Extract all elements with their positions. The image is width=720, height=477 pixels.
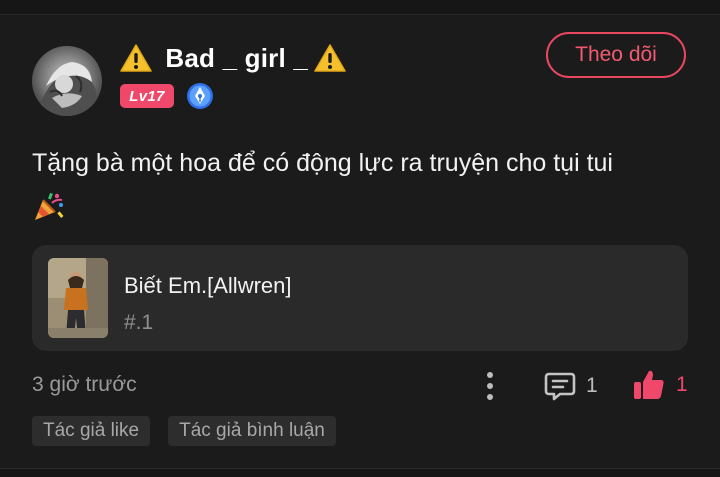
comment-icon (544, 372, 576, 401)
top-divider (0, 0, 720, 15)
more-options-button[interactable] (474, 368, 506, 404)
pen-badge-icon (187, 83, 213, 109)
comment-button[interactable]: 1 (544, 366, 598, 406)
warning-icon (120, 44, 152, 72)
username-row: Bad _ girl _ (120, 40, 346, 76)
warning-icon (314, 44, 346, 72)
author-name[interactable]: Bad _ girl _ (158, 43, 308, 74)
more-vertical-icon (487, 372, 493, 400)
avatar-icon (32, 46, 102, 116)
thumbs-up-icon (634, 370, 664, 399)
author-tags: Tác giả like Tác giả bình luận (32, 416, 336, 446)
story-cover-icon (48, 258, 108, 338)
avatar[interactable] (32, 46, 102, 116)
follow-button[interactable]: Theo dõi (546, 32, 686, 78)
like-button[interactable]: 1 (632, 364, 688, 406)
comment-count: 1 (586, 374, 598, 397)
tag-author-commented[interactable]: Tác giả bình luận (168, 416, 336, 446)
story-chapter: #.1 (124, 311, 154, 334)
story-card[interactable]: Biết Em.[Allwren] #.1 (32, 245, 688, 351)
like-count: 1 (676, 373, 688, 396)
timestamp: 3 giờ trước (32, 373, 137, 396)
author-badges: Lv17 (120, 82, 214, 110)
comment-text: Tặng bà một hoa để có động lực ra truyện… (32, 143, 702, 223)
party-popper-icon (35, 192, 64, 220)
comment-text-body: Tặng bà một hoa để có động lực ra truyện… (32, 149, 613, 177)
comment-card (0, 15, 720, 470)
level-badge: Lv17 (120, 84, 174, 108)
tag-author-liked[interactable]: Tác giả like (32, 416, 151, 446)
story-cover-image (48, 258, 108, 338)
story-title: Biết Em.[Allwren] (124, 273, 292, 298)
